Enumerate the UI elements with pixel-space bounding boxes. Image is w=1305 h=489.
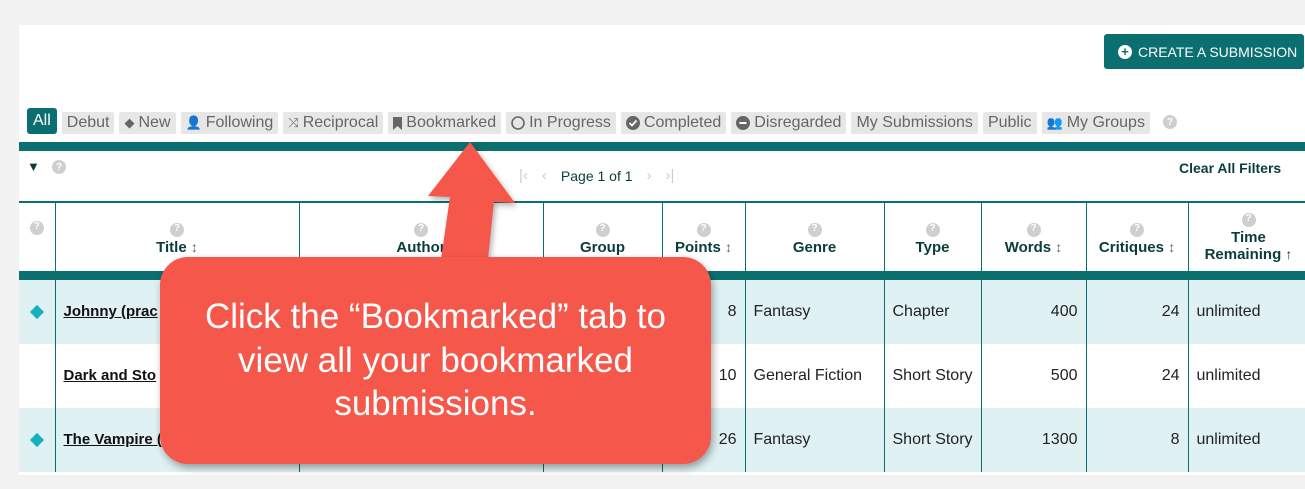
annotation-callout: Click the “Bookmarked” tab to view all y…: [160, 257, 711, 464]
callout-text: Click the “Bookmarked” tab to view all y…: [204, 296, 666, 424]
